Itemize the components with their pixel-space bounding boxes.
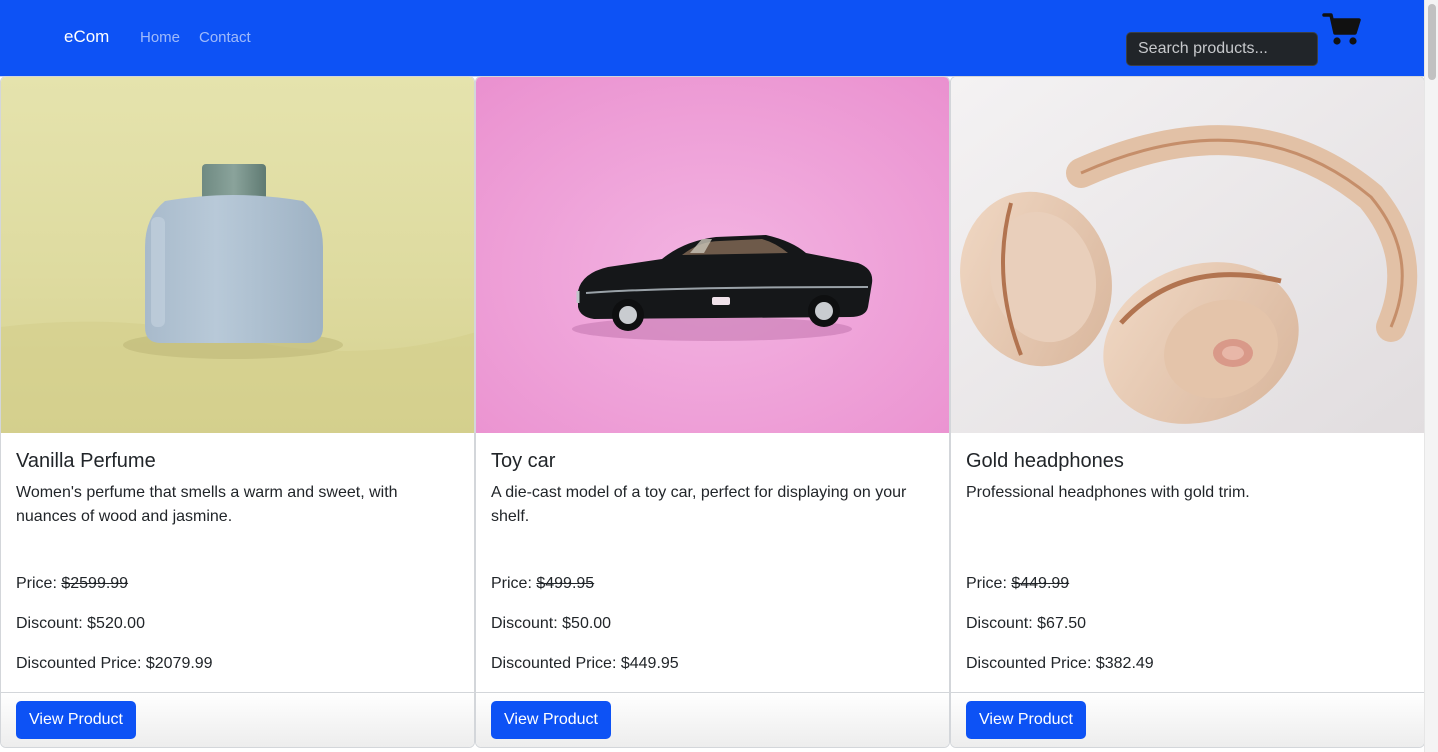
- price-label: Price:: [16, 575, 62, 592]
- price-row: Price: $499.95: [491, 575, 594, 593]
- scrollbar-thumb[interactable]: [1428, 4, 1436, 80]
- discount-row: Discount: $67.50: [966, 615, 1086, 633]
- product-card: Toy car A die-cast model of a toy car, p…: [475, 76, 950, 748]
- discounted-price-label: Discounted Price:: [16, 655, 146, 672]
- original-price: $2599.99: [61, 575, 129, 592]
- discount-label: Discount:: [491, 615, 563, 632]
- discount-row: Discount: $520.00: [16, 615, 145, 633]
- discount-label: Discount:: [966, 615, 1038, 632]
- navbar: eCom Home Contact: [0, 0, 1424, 77]
- discounted-price-value: $382.49: [1095, 655, 1154, 672]
- discounted-price-row: Discounted Price: $2079.99: [16, 655, 213, 673]
- product-title: Vanilla Perfume: [16, 450, 156, 472]
- discount-value: $67.50: [1037, 615, 1087, 632]
- search-input[interactable]: [1126, 32, 1318, 66]
- discount-label: Discount:: [16, 615, 88, 632]
- nav-link-home[interactable]: Home: [140, 29, 180, 46]
- discounted-price-value: $449.95: [620, 655, 679, 672]
- card-footer: View Product: [1, 692, 474, 747]
- product-title: Toy car: [491, 450, 556, 472]
- discount-row: Discount: $50.00: [491, 615, 611, 633]
- product-image-toy-car: [476, 77, 949, 433]
- view-product-button[interactable]: View Product: [491, 701, 611, 739]
- discounted-price-label: Discounted Price:: [491, 655, 621, 672]
- page: eCom Home Contact Search products... Van…: [0, 0, 1438, 752]
- discounted-price-row: Discounted Price: $382.49: [966, 655, 1154, 673]
- discounted-price-value: $2079.99: [145, 655, 213, 672]
- product-card: Gold headphones Professional headphones …: [950, 76, 1425, 748]
- shopping-cart-icon[interactable]: [1322, 11, 1362, 47]
- nav-link-contact[interactable]: Contact: [199, 29, 251, 46]
- product-title: Gold headphones: [966, 450, 1124, 472]
- original-price: $449.99: [1011, 575, 1070, 592]
- card-footer: View Product: [951, 692, 1424, 747]
- product-card: Vanilla Perfume Women's perfume that sme…: [0, 76, 475, 748]
- product-description: Professional headphones with gold trim.: [966, 484, 1250, 501]
- page-scrollbar[interactable]: [1424, 0, 1438, 752]
- view-product-button[interactable]: View Product: [16, 701, 136, 739]
- original-price: $499.95: [536, 575, 595, 592]
- product-description: Women's perfume that smells a warm and s…: [16, 484, 398, 525]
- price-label: Price:: [966, 575, 1012, 592]
- discounted-price-row: Discounted Price: $449.95: [491, 655, 679, 673]
- product-image-headphones: [951, 77, 1424, 433]
- view-product-button[interactable]: View Product: [966, 701, 1086, 739]
- discount-value: $50.00: [562, 615, 612, 632]
- discount-value: $520.00: [87, 615, 145, 632]
- brand-link[interactable]: eCom: [64, 27, 109, 47]
- price-label: Price:: [491, 575, 537, 592]
- card-footer: View Product: [476, 692, 949, 747]
- discounted-price-label: Discounted Price:: [966, 655, 1096, 672]
- price-row: Price: $449.99: [966, 575, 1069, 593]
- product-description: A die-cast model of a toy car, perfect f…: [491, 484, 907, 525]
- product-image-perfume: [1, 77, 474, 433]
- price-row: Price: $2599.99: [16, 575, 128, 593]
